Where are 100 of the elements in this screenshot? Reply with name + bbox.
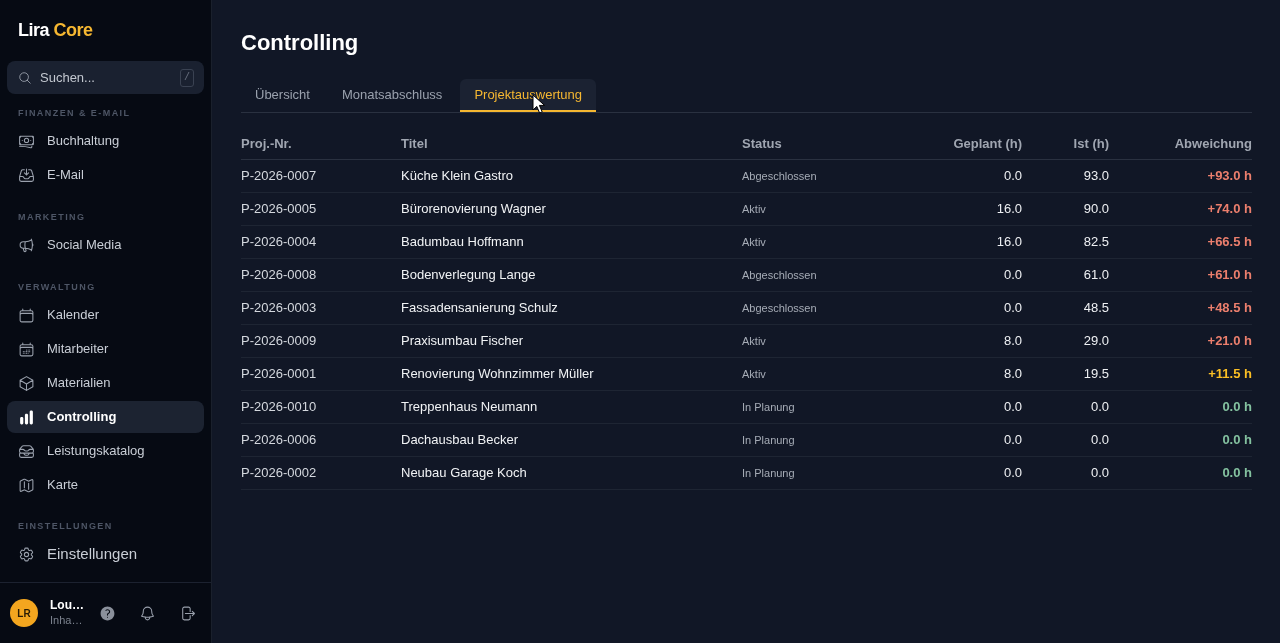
table-cell-text: Abgeschlossen [742,267,817,283]
table-cell-text: +48.5 h [1207,299,1252,318]
user-avatar[interactable]: LR [10,599,38,627]
table-cell-text: Treppenhaus Neumann [401,398,538,417]
bell-icon[interactable] [139,604,156,622]
table-cell-text: 19.5 [1083,365,1109,384]
brand-logo: Lira Core [18,20,93,40]
table-cell-text: P-2026-0004 [241,233,317,252]
cube-icon [18,374,35,392]
logout-icon[interactable] [179,604,196,622]
table-cell-text: +66.5 h [1207,233,1252,252]
nav-item[interactable]: Mitarbeiter [7,333,204,365]
table-cell-text: Aktiv [742,366,766,382]
help-icon[interactable] [99,604,116,622]
table-cell-text: +11.5 h [1208,365,1252,384]
calendar-icon [18,306,35,324]
table-cell-text: P-2026-0003 [241,299,317,318]
table-cell-text: 0.0 h [1222,398,1252,417]
table-cell-text: Fassadensanierung Schulz [401,299,558,318]
table-cell-text: 8.0 [1003,365,1022,384]
table-cell-text: Renovierung Wohnzimmer Müller [401,365,594,384]
settings-icon [18,545,35,563]
inbox-icon [18,166,35,184]
table-cell-text: P-2026-0010 [241,398,317,417]
table-cell-text: Abgeschlossen [742,168,817,184]
nav-item[interactable]: Buchhaltung [7,125,204,157]
nav-item[interactable]: Controlling [7,401,204,433]
section-label: EINSTELLUNGEN [18,520,113,532]
nav-item[interactable]: Leistungskatalog [7,435,204,467]
table-cell-text: Badumbau Hoffmann [401,233,524,252]
table-cell-text: 0.0 [1003,266,1022,285]
table-cell-text: Aktiv [742,201,766,217]
table-cell-text: +61.0 h [1207,266,1252,285]
column-header: Status [742,134,782,153]
column-header: Geplant (h) [953,134,1022,153]
table-cell-text: 0.0 h [1222,431,1252,450]
table-cell-text: Bodenverlegung Lange [401,266,536,285]
table-cell-text: 0.0 [1090,431,1109,450]
section-label: VERWALTUNG [18,281,96,293]
table-cell-text: +93.0 h [1207,167,1252,186]
table-cell-text: +74.0 h [1207,200,1252,219]
table-cell-text: Dachausbau Becker [401,431,519,450]
tab[interactable]: Übersicht [241,79,324,112]
nav-item[interactable]: E-Mail [7,159,204,191]
table-cell-text: 0.0 [1003,464,1022,483]
table-cell-text: P-2026-0009 [241,332,317,351]
table-cell-text: P-2026-0006 [241,431,317,450]
search-icon [18,70,32,85]
table-cell-text: P-2026-0008 [241,266,317,285]
section-label: MARKETING [18,211,86,223]
bar-chart-icon [18,408,35,426]
table-cell-text: Aktiv [742,333,766,349]
nav-item[interactable]: Social Media [7,229,204,261]
table-cell-text: Neubau Garage Koch [401,464,527,483]
table-cell-text: 29.0 [1083,332,1109,351]
map-icon [18,476,35,494]
table-cell-text: 0.0 [1003,167,1022,186]
table-cell-text: 0.0 [1090,398,1109,417]
page-title: Controlling [241,29,359,57]
tray-stack-icon [18,442,35,460]
nav-item[interactable]: Materialien [7,367,204,399]
nav-item[interactable]: Einstellungen [7,538,204,570]
column-header: Abweichung [1174,134,1252,153]
table-cell-text: 82.5 [1083,233,1109,252]
table-cell-text: 16.0 [996,233,1022,252]
section-label: FINANZEN & E-MAIL [18,107,131,119]
table-cell-text: Küche Klein Gastro [401,167,513,186]
table-cell-text: Aktiv [742,234,766,250]
megaphone-icon [18,236,35,254]
table-cell-text: 16.0 [996,200,1022,219]
table-cell-text: In Planung [742,465,795,481]
column-header: Ist (h) [1073,134,1109,153]
column-header: Titel [401,134,428,153]
tab[interactable]: Projektauswertung [460,79,597,112]
user-role: Inha… [50,613,84,628]
table-cell-text: 0.0 [1003,299,1022,318]
table-cell-text: 93.0 [1083,167,1109,186]
table-cell-text: 48.5 [1083,299,1109,318]
table-cell-text: 61.0 [1083,266,1109,285]
column-header: Proj.-Nr. [241,134,292,153]
table-cell-text: P-2026-0005 [241,200,317,219]
user-name: Lou… [50,598,85,613]
table-cell-text: Abgeschlossen [742,300,817,316]
table-cell-text: +21.0 h [1207,332,1252,351]
tab[interactable]: Monatsabschluss [327,79,457,112]
table-cell-text: In Planung [742,399,795,415]
table-cell-text: P-2026-0007 [241,167,317,186]
nav-item[interactable]: Karte [7,469,204,501]
table-cell-text: 90.0 [1083,200,1109,219]
table-cell-text: Praxisumbau Fischer [401,332,524,351]
table-cell-text: P-2026-0002 [241,464,317,483]
table-cell-text: In Planung [742,432,795,448]
table-cell-text: 8.0 [1003,332,1022,351]
calendar-icon [18,340,35,358]
nav-item[interactable]: Kalender [7,299,204,331]
table-cell-text: 0.0 [1003,398,1022,417]
table-cell-text: Bürorenovierung Wagner [401,200,546,219]
table-cell-text: 0.0 h [1222,464,1252,483]
table-cell-text: 0.0 [1090,464,1109,483]
table-cell-text: P-2026-0001 [241,365,317,384]
